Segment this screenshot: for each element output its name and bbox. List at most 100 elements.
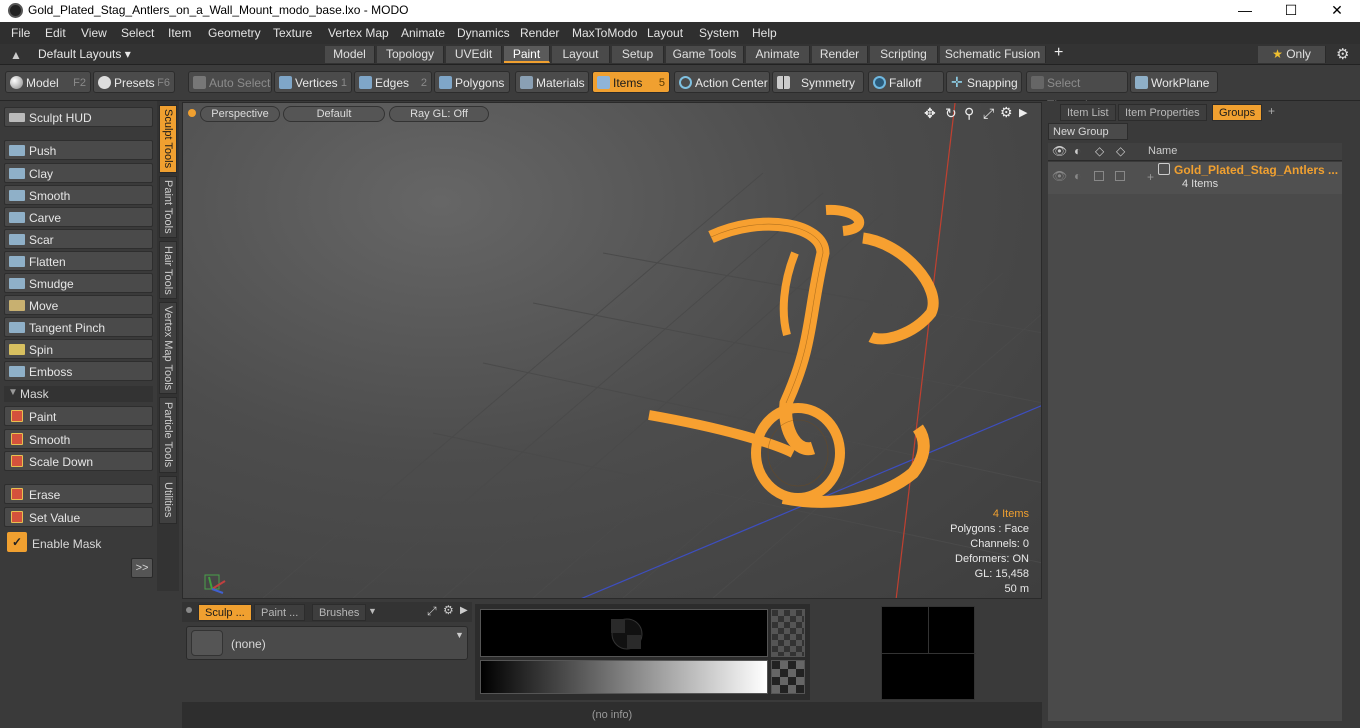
enable-mask-checkbox[interactable]: ✓	[7, 532, 27, 552]
visibility-icon[interactable]: 👁	[1052, 144, 1067, 158]
tab-scripting[interactable]: Scripting	[870, 46, 938, 63]
grayscale-gradient[interactable]	[480, 660, 768, 694]
zoom-icon[interactable]: ⚲	[964, 105, 974, 122]
tool-spin[interactable]: Spin	[4, 339, 153, 359]
tab-groups[interactable]: Groups	[1212, 104, 1263, 121]
tab-sculpt-tools[interactable]: Sculpt Tools	[159, 105, 177, 173]
tab-utilities[interactable]: Utilities	[159, 476, 177, 524]
shading-dropdown[interactable]: Default	[283, 106, 385, 122]
tool-push[interactable]: Push	[4, 140, 153, 160]
groups-scrollbar[interactable]	[1344, 143, 1356, 721]
mask-paint[interactable]: Paint	[4, 406, 153, 426]
group-visibility-icon[interactable]: 👁	[1052, 169, 1067, 183]
edges-button[interactable]: Edges 2	[354, 71, 432, 93]
mask-erase[interactable]: Erase	[4, 484, 153, 504]
tab-layout[interactable]: Layout	[552, 46, 610, 63]
menu-vertex-map[interactable]: Vertex Map	[328, 26, 389, 40]
menu-item[interactable]: Item	[168, 26, 191, 40]
menu-edit[interactable]: Edit	[45, 26, 66, 40]
action-center-button[interactable]: Action Center	[674, 71, 770, 93]
transparency-swatch[interactable]	[771, 609, 805, 657]
render-icon[interactable]: ◐	[1074, 144, 1081, 158]
tab-setup[interactable]: Setup	[612, 46, 664, 63]
tab-game-tools[interactable]: Game Tools	[666, 46, 744, 63]
default-layouts-dropdown[interactable]: Default Layouts ▾	[38, 47, 131, 61]
mask-smooth[interactable]: Smooth	[4, 429, 153, 449]
tool-flatten[interactable]: Flatten	[4, 251, 153, 271]
brush-selector[interactable]: (none) ▼	[186, 626, 468, 660]
menu-layout[interactable]: Layout	[647, 26, 683, 40]
alpha-swatch[interactable]	[771, 660, 805, 694]
menu-help[interactable]: Help	[752, 26, 777, 40]
menu-texture[interactable]: Texture	[273, 26, 312, 40]
select-through-button[interactable]: Select Through	[1026, 71, 1128, 112]
tool-move[interactable]: Move	[4, 295, 153, 315]
panel-menu-dot[interactable]	[186, 607, 192, 613]
group-row[interactable]: 👁 ◐ + Gold_Plated_Stag_Antlers ... 4 Ite…	[1048, 162, 1342, 194]
lock-icon[interactable]: ◇	[1095, 144, 1104, 158]
tab-render[interactable]: Render	[812, 46, 868, 63]
minimize-button[interactable]: —	[1222, 0, 1268, 22]
tab-item-properties[interactable]: Item Properties	[1118, 104, 1207, 121]
tab-particle-tools[interactable]: Particle Tools	[159, 397, 177, 473]
presets-button[interactable]: Presets F6	[93, 71, 175, 93]
falloff-button[interactable]: Falloff	[868, 71, 944, 93]
group-select-checkbox[interactable]	[1115, 171, 1125, 181]
tool-smudge[interactable]: Smudge	[4, 273, 153, 293]
group-lock-checkbox[interactable]	[1094, 171, 1104, 181]
polygons-button[interactable]: Polygons	[434, 71, 510, 93]
menu-render[interactable]: Render	[520, 26, 559, 40]
mask-section-header[interactable]: ▼ Mask	[4, 386, 153, 402]
tab-item-list[interactable]: Item List	[1060, 104, 1116, 121]
layout-arrow-icon[interactable]: ▲	[10, 48, 22, 62]
expand-icon[interactable]: +	[1147, 170, 1154, 184]
menu-file[interactable]: File	[11, 26, 30, 40]
perspective-dropdown[interactable]: Perspective	[200, 106, 280, 122]
symmetry-button[interactable]: Symmetry	[772, 71, 864, 93]
tool-tangent-pinch[interactable]: Tangent Pinch	[4, 317, 153, 337]
tool-carve[interactable]: Carve	[4, 207, 153, 227]
tab-brushes[interactable]: Brushes	[312, 604, 367, 621]
rotate-icon[interactable]: ↻	[945, 105, 957, 122]
group-render-icon[interactable]: ◐	[1074, 169, 1081, 183]
tool-clay[interactable]: Clay	[4, 163, 153, 183]
vertices-button[interactable]: Vertices 1	[274, 71, 352, 93]
primary-color-swatch[interactable]	[480, 609, 768, 657]
panel-gear-icon[interactable]: ⚙	[443, 603, 454, 617]
tab-schematic-fusion[interactable]: Schematic Fusion	[940, 46, 1046, 63]
tool-smooth[interactable]: Smooth	[4, 185, 153, 205]
tab-model[interactable]: Model	[325, 46, 375, 63]
add-layout-button[interactable]: +	[1054, 44, 1063, 62]
tab-hair-tools[interactable]: Hair Tools	[159, 241, 177, 299]
expand-panel-button[interactable]: >>	[131, 558, 153, 578]
viewport-settings-icon[interactable]: ⚙	[1000, 104, 1013, 121]
materials-button[interactable]: Materials	[515, 71, 589, 93]
tab-animate[interactable]: Animate	[746, 46, 810, 63]
menu-system[interactable]: System	[699, 26, 739, 40]
tab-paint[interactable]: Paint ...	[254, 604, 306, 621]
tab-topology[interactable]: Topology	[377, 46, 444, 63]
panel-more-icon[interactable]: ▶	[460, 605, 468, 616]
model-mode-button[interactable]: Model F2	[5, 71, 91, 93]
menu-geometry[interactable]: Geometry	[208, 26, 261, 40]
menu-select[interactable]: Select	[121, 26, 154, 40]
sculpt-hud-button[interactable]: Sculpt HUD	[4, 107, 153, 127]
maximize-viewport-icon[interactable]: ⤢	[983, 105, 994, 122]
new-group-button[interactable]: New Group	[1048, 123, 1128, 140]
viewport-menu-dot[interactable]	[188, 109, 196, 117]
raygl-dropdown[interactable]: Ray GL: Off	[389, 106, 489, 122]
menu-view[interactable]: View	[81, 26, 107, 40]
tool-emboss[interactable]: Emboss	[4, 361, 153, 381]
menu-maxtomodo[interactable]: MaxToModo	[572, 26, 637, 40]
close-button[interactable]: ✕	[1314, 0, 1360, 22]
auto-select-button[interactable]: Auto Select	[188, 71, 272, 93]
menu-dynamics[interactable]: Dynamics	[457, 26, 510, 40]
menu-animate[interactable]: Animate	[401, 26, 445, 40]
3d-viewport[interactable]: Perspective Default Ray GL: Off ✥ ↻ ⚲ ⤢ …	[182, 102, 1042, 599]
maximize-button[interactable]: ☐	[1268, 0, 1314, 22]
select-icon[interactable]: ◇	[1116, 144, 1125, 158]
viewport-more-icon[interactable]: ▶	[1019, 106, 1027, 119]
add-tab-button[interactable]: +	[1268, 104, 1275, 118]
tab-vertex-map-tools[interactable]: Vertex Map Tools	[159, 302, 177, 394]
pan-icon[interactable]: ✥	[924, 105, 936, 122]
